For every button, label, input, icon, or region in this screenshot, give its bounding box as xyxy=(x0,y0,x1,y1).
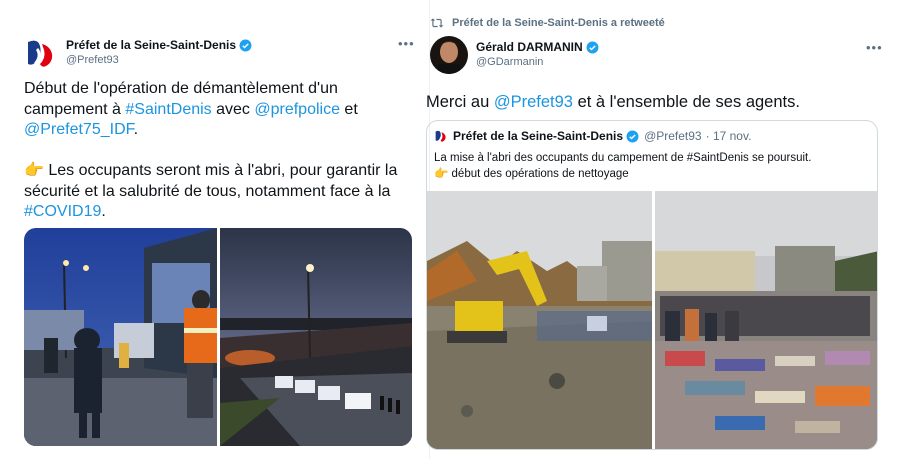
retweet-context: Préfet de la Seine-Saint-Denis a retweet… xyxy=(430,17,665,29)
text-line: début des opérations de nettoyage xyxy=(448,168,629,180)
tweet-media xyxy=(24,228,412,446)
photo-highway-night[interactable] xyxy=(220,228,412,446)
mention-prefet75[interactable]: @Prefet75_IDF xyxy=(24,121,134,138)
text-segment: Merci au xyxy=(426,93,494,111)
quoted-tweet-text: La mise à l'abri des occupants du campem… xyxy=(434,150,811,182)
text-line: Les occupants seront mis à l'abri, pour … xyxy=(43,162,398,179)
marianne-logo xyxy=(434,129,448,143)
avatar[interactable] xyxy=(430,36,468,74)
marianne-logo[interactable] xyxy=(24,36,58,70)
text-line: Début de l'opération de démantèlement d'… xyxy=(24,80,338,97)
hashtag-saintdenis[interactable]: #SaintDenis xyxy=(125,101,211,118)
author-handle[interactable]: @Prefet93 xyxy=(66,53,252,68)
text-segment: et xyxy=(339,100,358,118)
tweet-header: Préfet de la Seine-Saint-Denis @Prefet93 xyxy=(24,36,252,70)
photo-camp-crowd[interactable] xyxy=(655,191,877,449)
quoted-tweet-header: Préfet de la Seine-Saint-Denis @Prefet93… xyxy=(434,129,751,143)
quoted-author-name[interactable]: Préfet de la Seine-Saint-Denis xyxy=(453,129,623,143)
hashtag-covid19[interactable]: #COVID19 xyxy=(24,203,101,220)
author-name[interactable]: Gérald DARMANIN xyxy=(476,40,583,55)
retweet-label[interactable]: Préfet de la Seine-Saint-Denis a retweet… xyxy=(452,17,665,29)
tweet-text: Merci au @Prefet93 et à l'ensemble de se… xyxy=(426,92,886,113)
right-tweet: Préfet de la Seine-Saint-Denis a retweet… xyxy=(426,0,900,459)
tweet-header: Gérald DARMANIN @GDarmanin xyxy=(430,36,599,74)
text-line: sécurité et la salubrité de tous, notamm… xyxy=(24,182,391,200)
tweet-text: Début de l'opération de démantèlement d'… xyxy=(24,79,414,223)
left-tweet: Préfet de la Seine-Saint-Denis @Prefet93… xyxy=(0,0,430,459)
more-options-icon[interactable]: ••• xyxy=(866,40,883,55)
text-segment: . xyxy=(133,121,139,138)
text-segment: avec xyxy=(211,100,255,118)
text-segment: et à l'ensemble de ses agents. xyxy=(572,93,800,111)
verified-badge-icon xyxy=(586,41,599,54)
photo-excavator[interactable] xyxy=(427,191,652,449)
quoted-author-handle[interactable]: @Prefet93 xyxy=(644,129,702,143)
quoted-tweet[interactable]: Préfet de la Seine-Saint-Denis @Prefet93… xyxy=(426,120,878,450)
quoted-tweet-media xyxy=(427,191,877,449)
author-handle[interactable]: @GDarmanin xyxy=(476,55,599,70)
text-line: La mise à l'abri des occupants du campem… xyxy=(434,152,812,164)
pointing-hand-icon: 👉 xyxy=(434,168,449,180)
verified-badge-icon xyxy=(239,39,252,52)
more-options-icon[interactable]: ••• xyxy=(398,36,415,51)
text-segment: campement à xyxy=(24,100,126,118)
mention-prefet93[interactable]: @Prefet93 xyxy=(494,93,573,111)
mention-prefpolice[interactable]: @prefpolice xyxy=(254,101,340,118)
author-name[interactable]: Préfet de la Seine-Saint-Denis xyxy=(66,38,236,53)
photo-police-bus[interactable] xyxy=(24,228,217,446)
pointing-hand-icon: 👉 xyxy=(24,162,44,179)
quoted-date[interactable]: · 17 nov. xyxy=(706,129,752,143)
verified-badge-icon xyxy=(626,130,639,142)
retweet-icon xyxy=(430,18,444,28)
text-segment: . xyxy=(101,203,106,220)
